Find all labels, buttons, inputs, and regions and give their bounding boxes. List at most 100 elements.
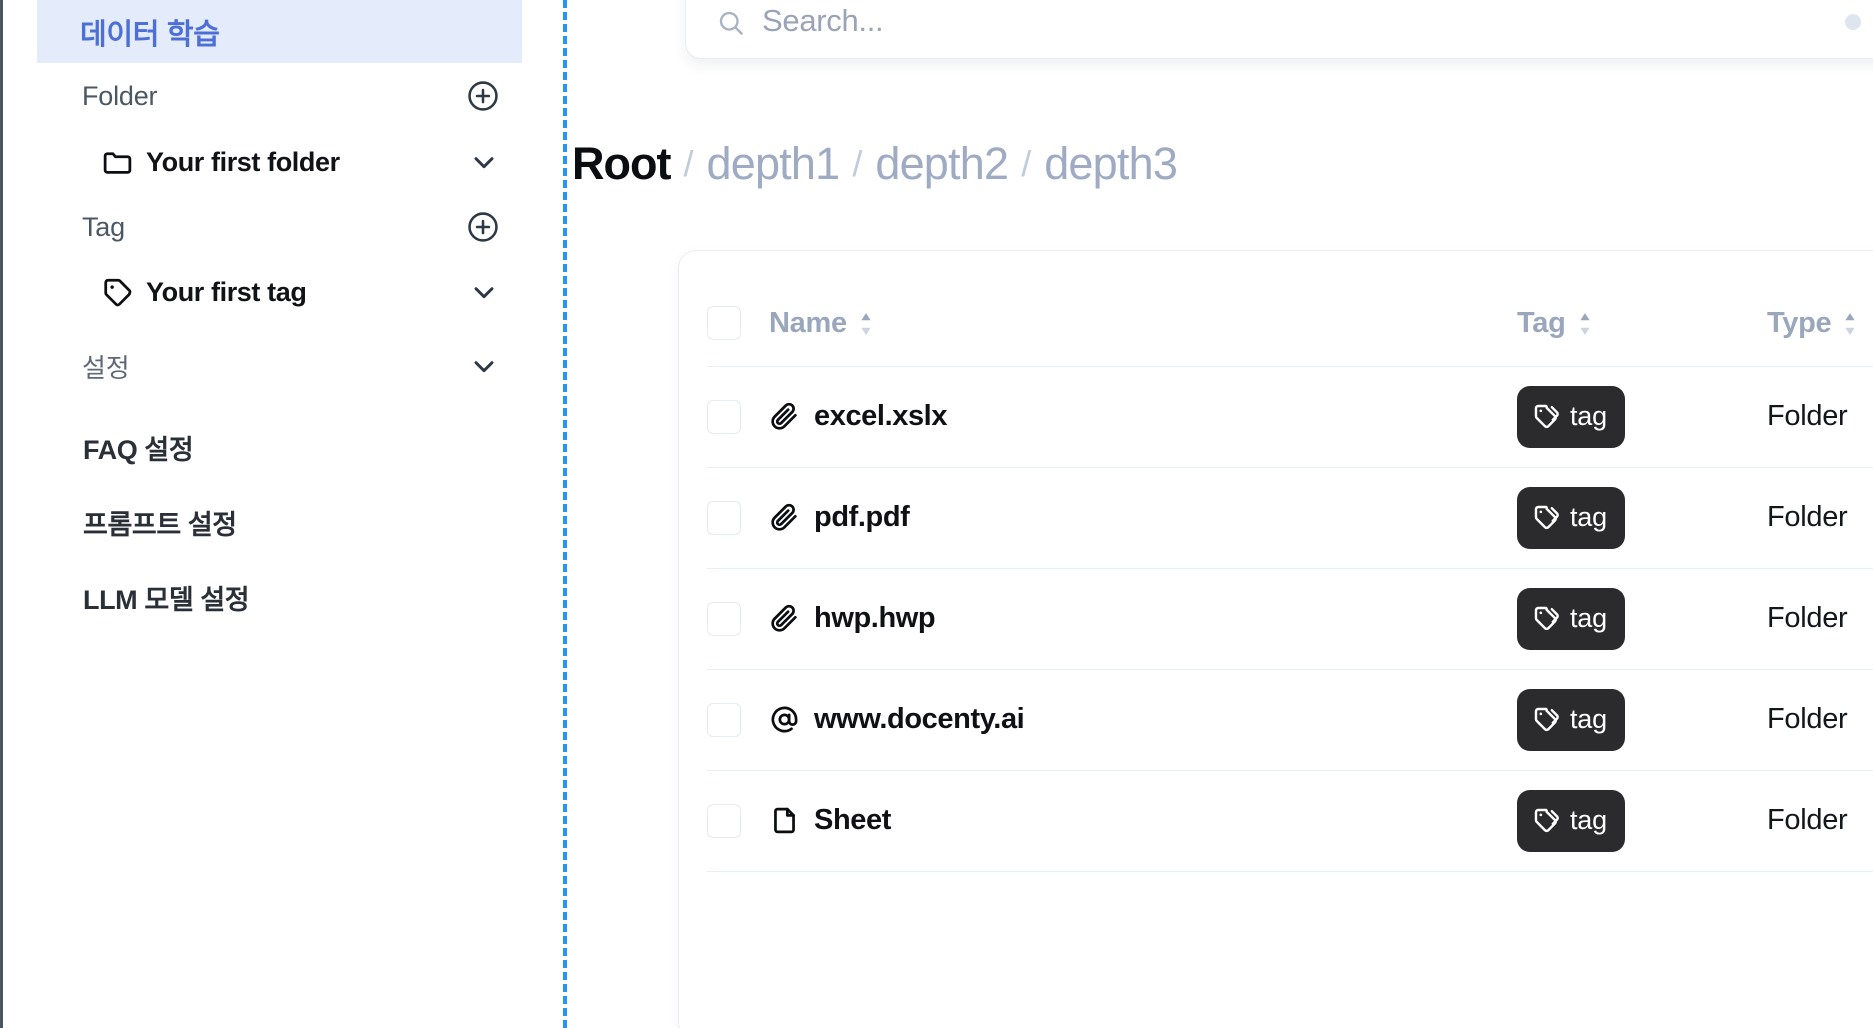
row-name-label: excel.xslx	[814, 400, 948, 432]
tags-icon	[1532, 705, 1561, 734]
status-badge[interactable]: tag	[1517, 385, 1625, 448]
main-content: Search... Root / depth1 / depth2 / depth…	[567, 0, 1873, 1028]
row-type-label: Folder	[1767, 400, 1848, 432]
paperclip-icon	[769, 502, 800, 533]
table-row[interactable]: excel.xslx tag Folder	[679, 366, 1873, 467]
at-sign-icon	[769, 704, 800, 735]
status-badge[interactable]: tag	[1517, 486, 1625, 549]
row-name-cell: excel.xslx	[769, 400, 1517, 433]
chevron-down-icon[interactable]	[468, 350, 500, 382]
sort-updown-icon[interactable]	[1576, 311, 1594, 337]
row-select-cell[interactable]	[707, 601, 769, 636]
row-select-cell[interactable]	[707, 803, 769, 838]
select-all-checkbox[interactable]	[707, 306, 741, 340]
row-type-cell: Folder	[1767, 501, 1873, 534]
app-window: 데이터 학습 Folder Your first folder Tag Your…	[0, 0, 1873, 1028]
breadcrumb: Root / depth1 / depth2 / depth3	[572, 138, 1178, 190]
sidebar-item-label: FAQ 설정	[83, 434, 194, 465]
chevron-down-icon[interactable]	[468, 276, 500, 308]
sidebar-section-settings[interactable]: 설정	[37, 335, 522, 397]
table-row[interactable]: Sheet tag Folder	[679, 770, 1873, 871]
tags-icon	[1532, 402, 1561, 431]
row-checkbox[interactable]	[707, 500, 741, 535]
status-badge-label: tag	[1570, 502, 1607, 532]
row-name-label: Sheet	[814, 804, 891, 836]
row-select-cell[interactable]	[707, 702, 769, 737]
folder-icon	[101, 146, 134, 179]
row-name-label: www.docenty.ai	[814, 703, 1025, 735]
status-badge[interactable]: tag	[1517, 688, 1625, 751]
row-checkbox[interactable]	[707, 399, 741, 434]
column-header-name[interactable]: Name	[769, 307, 1517, 340]
plus-circle-icon[interactable]	[466, 79, 500, 113]
sidebar-item-prompt-settings[interactable]: 프롬프트 설정	[37, 492, 522, 552]
breadcrumb-item-root[interactable]: Root	[572, 138, 671, 190]
row-checkbox[interactable]	[707, 601, 741, 636]
tag-icon	[101, 276, 134, 309]
row-name-label: pdf.pdf	[814, 501, 910, 533]
status-badge[interactable]: tag	[1517, 789, 1625, 852]
row-tag-cell: tag	[1517, 385, 1767, 448]
scrollbar-thumb[interactable]	[1845, 14, 1861, 30]
search-input[interactable]: Search...	[685, 0, 1873, 59]
row-checkbox[interactable]	[707, 803, 741, 838]
row-type-label: Folder	[1767, 703, 1848, 735]
sidebar-section-tag[interactable]: Tag	[37, 196, 522, 258]
tags-icon	[1532, 806, 1561, 835]
column-header-tag[interactable]: Tag	[1517, 307, 1767, 340]
status-badge-label: tag	[1570, 805, 1607, 835]
sidebar-section-label: 설정	[82, 352, 130, 383]
row-tag-cell: tag	[1517, 789, 1767, 852]
column-header-type[interactable]: Type	[1767, 307, 1873, 340]
row-type-cell: Folder	[1767, 804, 1873, 837]
sidebar-item-data-learning[interactable]: 데이터 학습	[37, 0, 522, 63]
status-badge-label: tag	[1570, 401, 1607, 431]
table-row[interactable]: www.docenty.ai tag Folder	[679, 669, 1873, 770]
tags-icon	[1532, 503, 1561, 532]
sidebar-item-faq-settings[interactable]: FAQ 설정	[37, 417, 522, 477]
status-badge[interactable]: tag	[1517, 587, 1625, 650]
row-select-cell[interactable]	[707, 500, 769, 535]
paperclip-icon	[769, 401, 800, 432]
table-row-separator	[679, 871, 1873, 872]
breadcrumb-separator: /	[852, 143, 863, 184]
paperclip-icon	[769, 603, 800, 634]
row-name-cell: Sheet	[769, 804, 1517, 837]
breadcrumb-item-depth3[interactable]: depth3	[1044, 138, 1178, 190]
select-all-cell[interactable]	[707, 306, 769, 340]
row-name-cell: hwp.hwp	[769, 602, 1517, 635]
breadcrumb-separator: /	[1021, 143, 1032, 184]
row-type-label: Folder	[1767, 501, 1848, 533]
search-placeholder-text: Search...	[762, 3, 884, 38]
breadcrumb-item-depth1[interactable]: depth1	[706, 138, 840, 190]
breadcrumb-item-depth2[interactable]: depth2	[875, 138, 1009, 190]
sidebar-section-label: Tag	[82, 211, 125, 242]
sidebar-item-your-first-folder[interactable]: Your first folder	[37, 131, 522, 193]
table-row[interactable]: hwp.hwp tag Folder	[679, 568, 1873, 669]
row-name-label: hwp.hwp	[814, 602, 936, 634]
column-header-label: Tag	[1517, 307, 1566, 339]
sidebar-item-label: 프롬프트 설정	[83, 509, 237, 540]
row-type-cell: Folder	[1767, 703, 1873, 736]
sidebar-section-folder[interactable]: Folder	[37, 65, 522, 127]
row-name-cell: www.docenty.ai	[769, 703, 1517, 736]
row-select-cell[interactable]	[707, 399, 769, 434]
sidebar-item-label: 데이터 학습	[80, 18, 220, 51]
file-icon	[769, 805, 800, 836]
sidebar-item-llm-model-settings[interactable]: LLM 모델 설정	[37, 567, 522, 627]
row-name-cell: pdf.pdf	[769, 501, 1517, 534]
plus-circle-icon[interactable]	[466, 210, 500, 244]
chevron-down-icon[interactable]	[468, 146, 500, 178]
sidebar-item-label: LLM 모델 설정	[83, 584, 250, 615]
table-row[interactable]: pdf.pdf tag Folder	[679, 467, 1873, 568]
column-header-label: Type	[1767, 307, 1832, 339]
file-table-card: Name Tag Type excel.xslx tag Folder pdf.…	[678, 250, 1873, 1028]
sort-updown-icon[interactable]	[1841, 311, 1859, 337]
sort-updown-icon[interactable]	[857, 311, 875, 337]
table-header-row: Name Tag Type	[679, 251, 1873, 366]
sidebar-item-label: Your first folder	[146, 146, 340, 177]
sidebar-item-your-first-tag[interactable]: Your first tag	[37, 261, 522, 323]
breadcrumb-separator: /	[683, 143, 694, 184]
sidebar-section-label: Folder	[82, 80, 158, 111]
row-checkbox[interactable]	[707, 702, 741, 737]
